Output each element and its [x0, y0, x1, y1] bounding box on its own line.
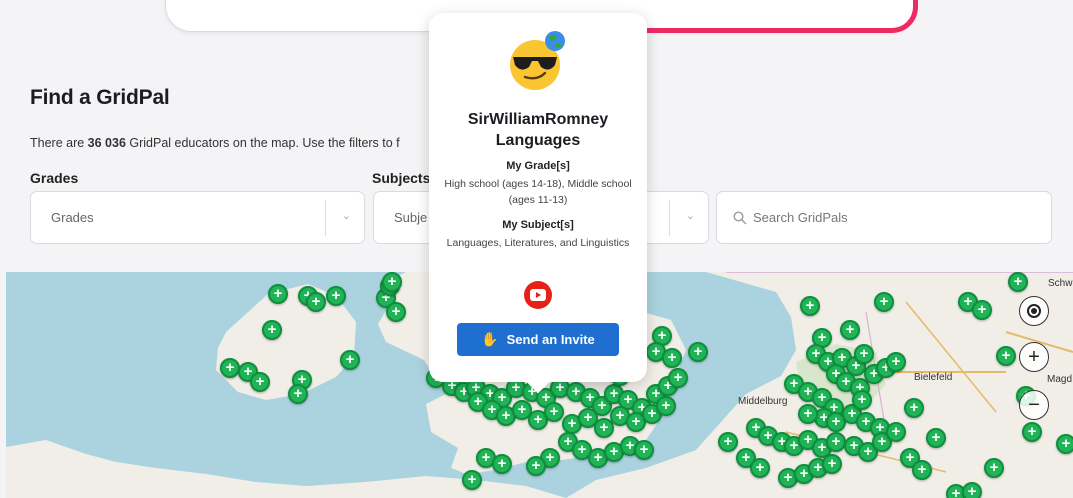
educator-marker[interactable]: +: [462, 470, 482, 490]
page-title: Find a GridPal: [30, 86, 170, 109]
educator-marker[interactable]: +: [886, 352, 906, 372]
search-input[interactable]: Search GridPals: [716, 191, 1052, 244]
target-icon: [1027, 304, 1041, 318]
grades-heading: My Grade[s]: [506, 160, 570, 172]
educator-marker[interactable]: +: [688, 342, 708, 362]
educator-marker[interactable]: +: [826, 432, 846, 452]
youtube-icon[interactable]: [520, 281, 556, 309]
educator-marker[interactable]: +: [984, 458, 1004, 478]
educator-marker[interactable]: +: [718, 432, 738, 452]
educator-marker[interactable]: +: [912, 460, 932, 480]
educator-marker[interactable]: +: [220, 358, 240, 378]
educator-marker[interactable]: +: [962, 482, 982, 498]
educator-marker[interactable]: +: [306, 292, 326, 312]
educator-marker[interactable]: +: [904, 398, 924, 418]
username-line1: SirWilliamRomney: [467, 111, 609, 128]
subjects-label: Subjects: [372, 170, 431, 186]
select-separator: [325, 200, 326, 236]
map-place-label: Middelburg: [738, 396, 788, 407]
map-place-label: Bielefeld: [914, 372, 953, 383]
minus-icon: −: [1028, 393, 1040, 416]
grades-label: Grades: [30, 170, 79, 186]
educator-popup: SirWilliamRomney Languages My Grade[s] Hi…: [429, 13, 647, 394]
locate-button[interactable]: [1019, 296, 1049, 326]
educator-marker[interactable]: +: [268, 284, 288, 304]
educator-marker[interactable]: +: [840, 320, 860, 340]
sunglasses-emoji-icon: [510, 31, 565, 90]
map-place-label: Schwe: [1048, 278, 1073, 289]
select-separator: [669, 200, 670, 236]
educator-marker[interactable]: +: [262, 320, 282, 340]
educator-marker[interactable]: +: [798, 404, 818, 424]
send-invite-label: Send an Invite: [506, 332, 595, 347]
educator-marker[interactable]: +: [340, 350, 360, 370]
educator-marker[interactable]: +: [852, 390, 872, 410]
search-placeholder: Search GridPals: [753, 210, 848, 225]
educator-marker[interactable]: +: [926, 428, 946, 448]
subjects-heading: My Subject[s]: [502, 219, 574, 231]
educator-marker[interactable]: +: [1022, 422, 1042, 442]
target-icon-dot: [1031, 308, 1037, 314]
educator-marker[interactable]: +: [382, 272, 402, 292]
search-icon: [733, 211, 747, 225]
educator-marker[interactable]: +: [634, 440, 654, 460]
educator-marker[interactable]: +: [886, 422, 906, 442]
educator-marker[interactable]: +: [996, 346, 1016, 366]
educator-marker[interactable]: +: [822, 454, 842, 474]
gridpal-page: Find a GridPal There are 36 036 GridPal …: [0, 0, 1073, 498]
page-description: There are 36 036 GridPal educators on th…: [30, 136, 430, 150]
educator-marker[interactable]: +: [662, 348, 682, 368]
educator-marker[interactable]: +: [656, 396, 676, 416]
popup-username: SirWilliamRomney Languages: [429, 109, 647, 151]
grades-value: High school (ages 14-18), Middle school …: [444, 178, 632, 206]
educator-marker[interactable]: +: [544, 402, 564, 422]
map-place-label: Magd: [1047, 374, 1073, 385]
educator-marker[interactable]: +: [854, 344, 874, 364]
send-invite-button[interactable]: ✋ Send an Invite: [457, 323, 619, 356]
educator-marker[interactable]: +: [874, 292, 894, 312]
educator-marker[interactable]: +: [386, 302, 406, 322]
educator-marker[interactable]: +: [326, 286, 346, 306]
educator-marker[interactable]: +: [250, 372, 270, 392]
plus-icon: +: [1028, 345, 1040, 368]
educator-marker[interactable]: +: [800, 296, 820, 316]
waving-hand-icon: ✋: [481, 331, 499, 347]
grades-select-placeholder: Grades: [51, 210, 94, 225]
username-line2: Languages: [495, 132, 581, 149]
subjects-select-placeholder: Subje: [394, 210, 428, 225]
zoom-in-button[interactable]: +: [1019, 342, 1049, 372]
chevron-down-icon[interactable]: ⌄: [342, 209, 351, 222]
educator-marker[interactable]: +: [492, 454, 512, 474]
educator-marker[interactable]: +: [526, 456, 546, 476]
subjects-value: Languages, Literatures, and Linguistics: [446, 237, 630, 249]
description-suffix: GridPal educators on the map. Use the fi…: [125, 136, 400, 150]
educator-count: 36 036: [87, 136, 126, 150]
grades-select[interactable]: Grades ⌄: [30, 191, 365, 244]
educator-marker[interactable]: +: [668, 368, 688, 388]
top-card-accent: [618, 0, 918, 33]
chevron-down-icon[interactable]: ⌄: [686, 209, 695, 222]
educator-marker[interactable]: +: [1056, 434, 1073, 454]
educator-marker[interactable]: +: [288, 384, 308, 404]
zoom-out-button[interactable]: −: [1019, 390, 1049, 420]
educator-marker[interactable]: +: [972, 300, 992, 320]
educator-marker[interactable]: +: [750, 458, 770, 478]
educator-marker[interactable]: +: [1008, 272, 1028, 292]
description-prefix: There are: [30, 136, 88, 150]
